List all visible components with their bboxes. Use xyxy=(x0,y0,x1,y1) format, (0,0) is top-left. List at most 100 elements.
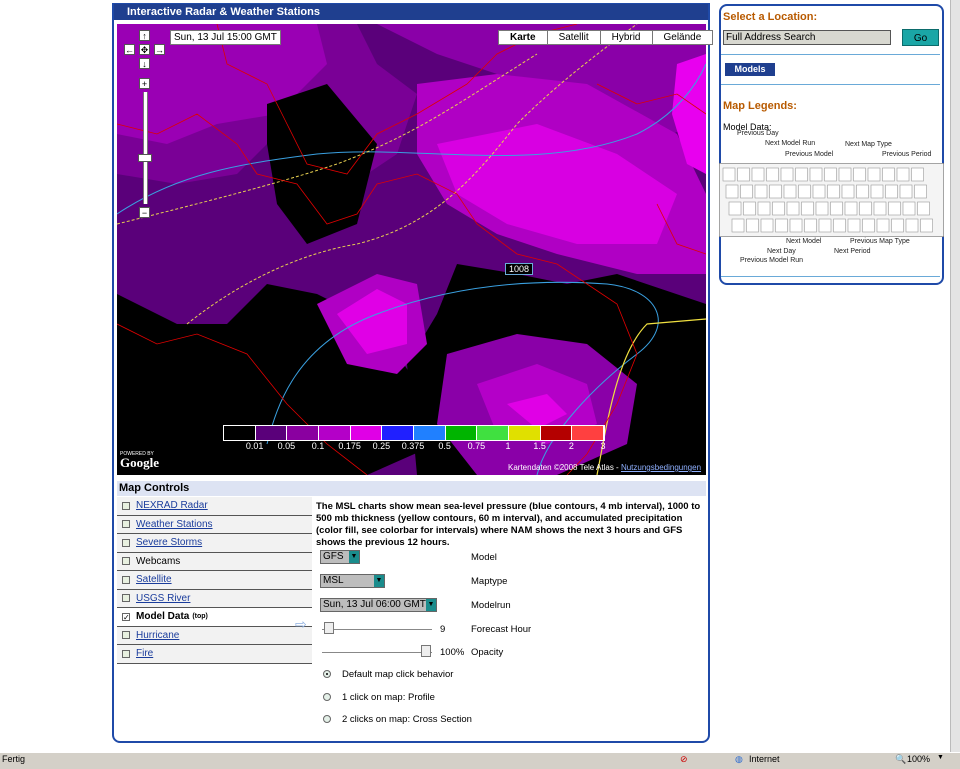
layer-item[interactable]: USGS River xyxy=(117,589,312,608)
forecast-hour-slider-handle[interactable] xyxy=(324,622,334,634)
keyboard-key xyxy=(746,218,759,233)
radio-profile-click-label: 1 click on map: Profile xyxy=(342,692,435,703)
colorbar-tick-label: 0.75 xyxy=(467,441,486,451)
colorbar-tick-label: 0.01 xyxy=(245,441,264,451)
zoom-in-icon[interactable]: + xyxy=(139,78,150,89)
layer-label[interactable]: Satellite xyxy=(136,574,172,585)
go-button[interactable]: Go xyxy=(902,29,939,46)
keyboard-legend-label: Next Model Run xyxy=(765,140,816,147)
colorbar-swatch xyxy=(319,426,351,440)
terms-link[interactable]: Nutzungsbedingungen xyxy=(621,463,701,472)
radio-default-click[interactable] xyxy=(323,670,331,678)
layer-label[interactable]: Weather Stations xyxy=(136,519,213,530)
layer-item[interactable]: NEXRAD Radar xyxy=(117,497,312,516)
keyboard-key xyxy=(911,167,924,182)
pan-right-icon[interactable]: → xyxy=(154,44,165,55)
address-search-input[interactable] xyxy=(723,30,891,45)
layer-checkbox[interactable] xyxy=(122,538,130,547)
layer-item[interactable]: ✓ Model Data (top) xyxy=(117,608,312,627)
layer-label[interactable]: NEXRAD Radar xyxy=(136,500,208,511)
keyboard-key xyxy=(902,201,916,216)
layer-item[interactable]: Webcams xyxy=(117,552,312,571)
maptype-select[interactable]: MSL ▼ xyxy=(320,574,385,588)
chevron-down-icon[interactable]: ▼ xyxy=(937,754,944,761)
keyboard-key xyxy=(885,184,898,199)
layer-item[interactable]: Satellite xyxy=(117,571,312,590)
pan-left-icon[interactable]: ← xyxy=(124,44,135,55)
layer-checkbox[interactable] xyxy=(122,631,130,640)
colorbar-swatch xyxy=(445,426,478,440)
radio-default-click-label: Default map click behavior xyxy=(342,669,454,680)
side-panel xyxy=(719,4,944,285)
layer-label[interactable]: Severe Storms xyxy=(136,537,202,548)
vertical-scrollbar[interactable] xyxy=(950,0,960,752)
map-type-satellit[interactable]: Satellit xyxy=(546,31,600,44)
forecast-hour-slider[interactable] xyxy=(322,629,432,630)
maptype-select-value: MSL xyxy=(323,575,344,586)
map-legends-heading: Map Legends: xyxy=(723,100,797,112)
zoom-slider-handle[interactable] xyxy=(138,154,152,162)
keyboard-key xyxy=(853,167,866,182)
google-logo[interactable]: Google xyxy=(120,455,159,471)
colorbar-tick-label: 0.175 xyxy=(338,441,361,451)
pan-up-icon[interactable]: ↑ xyxy=(139,30,150,41)
keyboard-key xyxy=(737,167,750,182)
layer-label[interactable]: Hurricane xyxy=(136,630,179,641)
zoom-level[interactable]: 100% xyxy=(907,754,930,764)
opacity-slider-handle[interactable] xyxy=(421,645,431,657)
layer-item[interactable]: Severe Storms xyxy=(117,534,312,553)
keyboard-key xyxy=(873,201,887,216)
layer-item[interactable]: Hurricane xyxy=(117,626,312,645)
colorbar-tick-label: 0.1 xyxy=(311,441,325,451)
colorbar-tick-label: 0.375 xyxy=(401,441,425,451)
keyboard-key xyxy=(920,218,933,233)
colorbar-tick-label: 1.5 xyxy=(533,441,546,451)
layer-checkbox[interactable] xyxy=(122,575,130,584)
layer-checkbox[interactable] xyxy=(122,594,130,603)
radio-cross-section-click[interactable] xyxy=(323,715,331,723)
keyboard-legend-label: Previous Model xyxy=(785,151,834,158)
pan-down-icon[interactable]: ↓ xyxy=(139,58,150,69)
maptype-label: Maptype xyxy=(471,576,508,587)
layer-label[interactable]: Fire xyxy=(136,648,153,659)
opacity-slider[interactable] xyxy=(322,652,432,653)
map-datetime: Sun, 13 Jul 15:00 GMT xyxy=(170,30,281,45)
map-type-gelaende[interactable]: Gelände xyxy=(651,31,713,44)
map-type-karte[interactable]: Karte xyxy=(499,31,547,44)
keyboard-key xyxy=(827,184,840,199)
colorbar-swatch xyxy=(287,426,320,440)
layer-checkbox[interactable] xyxy=(122,649,130,658)
colorbar-swatch xyxy=(350,426,383,440)
models-button[interactable]: Models xyxy=(725,63,775,76)
keyboard-legend-label: Previous Day xyxy=(737,130,779,137)
zoom-slider[interactable] xyxy=(143,92,148,204)
layer-checkbox[interactable]: ✓ xyxy=(122,612,130,621)
colorbar-swatch xyxy=(224,426,256,440)
layer-checkbox[interactable] xyxy=(122,520,130,529)
pan-center-icon[interactable]: ✥ xyxy=(139,44,150,55)
status-text: Fertig xyxy=(2,754,26,764)
keyboard-key xyxy=(833,218,846,233)
keyboard-legend-label: Next Period xyxy=(834,248,871,255)
keyboard-key xyxy=(740,184,753,199)
zoom-out-icon[interactable]: − xyxy=(139,207,150,218)
map-type-hybrid[interactable]: Hybrid xyxy=(599,31,652,44)
radio-profile-click[interactable] xyxy=(323,693,331,701)
keyboard-key xyxy=(760,218,774,233)
layer-label[interactable]: USGS River xyxy=(136,593,190,604)
weather-map[interactable] xyxy=(117,24,706,475)
zoom-icon[interactable]: 🔍 xyxy=(895,754,906,765)
colorbar-tick-label: 3 xyxy=(600,441,606,451)
colorbar-swatch xyxy=(509,426,541,440)
modelrun-select-value: Sun, 13 Jul 06:00 GMT xyxy=(323,599,426,610)
layer-item[interactable]: Weather Stations xyxy=(117,515,312,534)
layer-item[interactable]: Fire xyxy=(117,645,312,664)
model-select[interactable]: GFS ▼ xyxy=(320,550,360,564)
layer-checkbox[interactable] xyxy=(122,557,130,566)
keyboard-legend-label: Previous Model Run xyxy=(740,257,804,264)
keyboard-key xyxy=(905,218,919,233)
modelrun-select[interactable]: Sun, 13 Jul 06:00 GMT ▼ xyxy=(320,598,437,612)
layer-checkbox[interactable] xyxy=(122,501,130,510)
keyboard-key xyxy=(801,201,814,216)
popup-blocked-icon[interactable]: ⊘ xyxy=(680,754,688,765)
